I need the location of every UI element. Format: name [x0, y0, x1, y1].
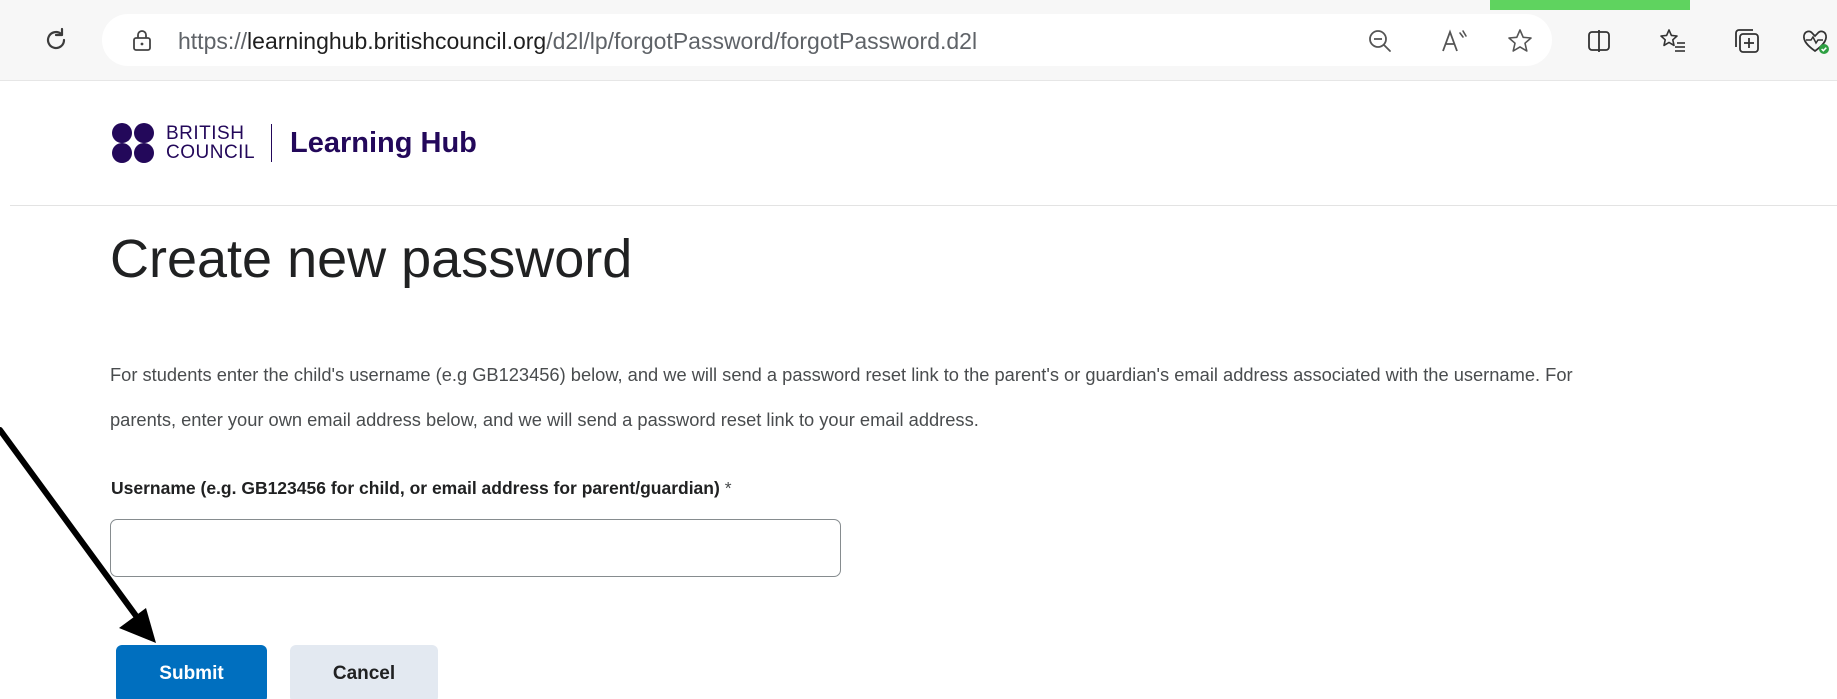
zoom-out-icon[interactable] [1366, 27, 1394, 55]
product-name: Learning Hub [290, 126, 477, 159]
required-marker: * [724, 478, 732, 498]
cancel-button[interactable]: Cancel [290, 645, 438, 699]
logo-line-2: COUNCIL [166, 142, 256, 163]
submit-button[interactable]: Submit [116, 645, 267, 699]
instructions-line-1: For students enter the child's username … [110, 364, 1573, 385]
page-title: Create new password [110, 229, 633, 289]
logo-divider [271, 124, 273, 162]
instructions-text: For students enter the child's username … [110, 352, 1810, 442]
address-bar[interactable]: https://learninghub.britishcouncil.org/d… [102, 14, 1552, 66]
url-path: /d2l/lp/forgotPassword/forgotPassword.d2… [546, 28, 978, 54]
british-council-logo[interactable]: BRITISH COUNCIL Learning Hub [112, 120, 477, 166]
reload-icon [46, 27, 66, 50]
url-text[interactable]: https://learninghub.britishcouncil.org/d… [178, 28, 977, 54]
username-label-text: Username (e.g. GB123456 for child, or em… [111, 478, 720, 498]
username-input[interactable] [110, 519, 841, 577]
browser-essentials-icon[interactable] [1800, 26, 1830, 56]
username-label: Username (e.g. GB123456 for child, or em… [111, 478, 732, 499]
logo-line-1: BRITISH [166, 123, 245, 144]
logo-dots-icon [112, 123, 158, 163]
site-header: BRITISH COUNCIL Learning Hub [10, 80, 1837, 206]
favorites-list-icon[interactable] [1658, 26, 1688, 56]
instructions-line-2: parents, enter your own email address be… [110, 409, 979, 430]
reload-button[interactable] [40, 24, 72, 56]
split-screen-icon[interactable] [1584, 26, 1614, 56]
collections-icon[interactable] [1732, 26, 1762, 56]
browser-toolbar: https://learninghub.britishcouncil.org/d… [0, 0, 1837, 81]
logo-wordmark: BRITISH COUNCIL [166, 124, 255, 162]
status-strip [1490, 0, 1690, 10]
url-prefix: https:// [178, 28, 248, 54]
read-aloud-icon[interactable] [1440, 27, 1468, 55]
favorite-star-icon[interactable] [1506, 27, 1534, 55]
lock-icon[interactable] [130, 28, 154, 52]
url-host: learninghub.britishcouncil.org [247, 28, 547, 54]
